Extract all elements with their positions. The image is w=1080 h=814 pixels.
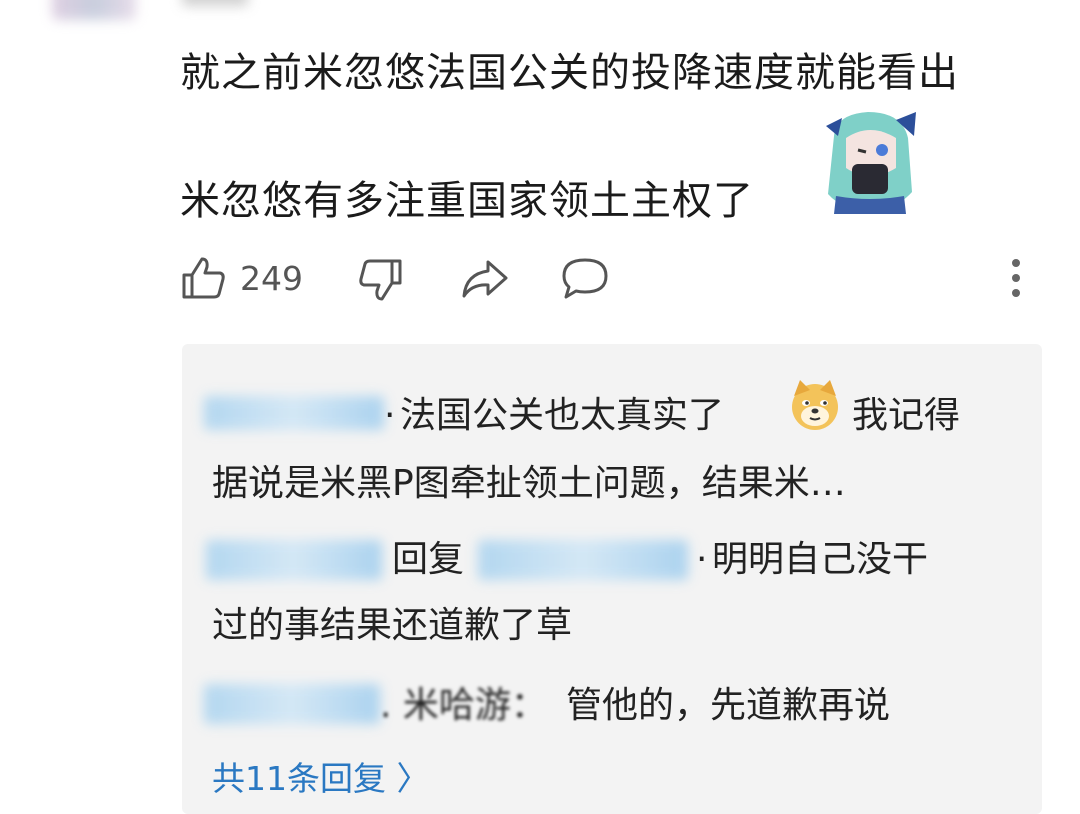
dislike-button[interactable] (358, 250, 404, 306)
reply-3-text-a: 管他的，先道歉再说 (566, 685, 891, 726)
reply-2-username[interactable] (206, 540, 382, 580)
reply-3-name-suffix: . 米哈游： (380, 685, 547, 726)
thumbs-up-icon (182, 257, 225, 299)
username-blurred[interactable] (182, 0, 248, 6)
reply-2-text-a: 明明自己没干 (712, 539, 929, 580)
reply-button[interactable] (560, 250, 610, 306)
reply-2-text-b: 过的事结果还道歉了草 (212, 605, 573, 646)
like-count: 249 (240, 258, 303, 298)
comment-line-1: 就之前米忽悠法国公关的投降速度就能看出 (180, 50, 959, 96)
avatar[interactable] (52, 0, 136, 20)
more-options-icon[interactable] (1006, 256, 1026, 300)
reply-2-target-username[interactable] (478, 540, 688, 580)
like-button[interactable]: 249 (180, 250, 303, 306)
view-all-replies-link[interactable]: 共11条回复 〉 (212, 752, 429, 800)
reply-1-text-b: 我记得 (852, 395, 961, 436)
thumbs-down-icon (359, 259, 402, 301)
comment-bubble-icon (562, 258, 608, 299)
reply-3-username[interactable] (204, 684, 380, 724)
share-button[interactable] (460, 250, 510, 306)
comment-line-2: 米忽悠有多注重国家领土主权了 (180, 178, 754, 224)
reply-2-separator: · (696, 539, 708, 580)
reply-1-separator: · (384, 395, 396, 436)
share-icon (462, 260, 508, 298)
reply-1-text-c: 据说是米黑P图牵扯领土问题，结果米… (212, 463, 846, 504)
reply-2-reply-word: 回复 (392, 539, 465, 580)
sticker-image (816, 106, 924, 214)
comment-action-bar: 249 (180, 250, 1060, 310)
reply-1-text-a: 法国公关也太真实了 (400, 395, 725, 436)
reply-1-username[interactable] (204, 396, 384, 430)
doge-emoji-icon (792, 380, 838, 430)
